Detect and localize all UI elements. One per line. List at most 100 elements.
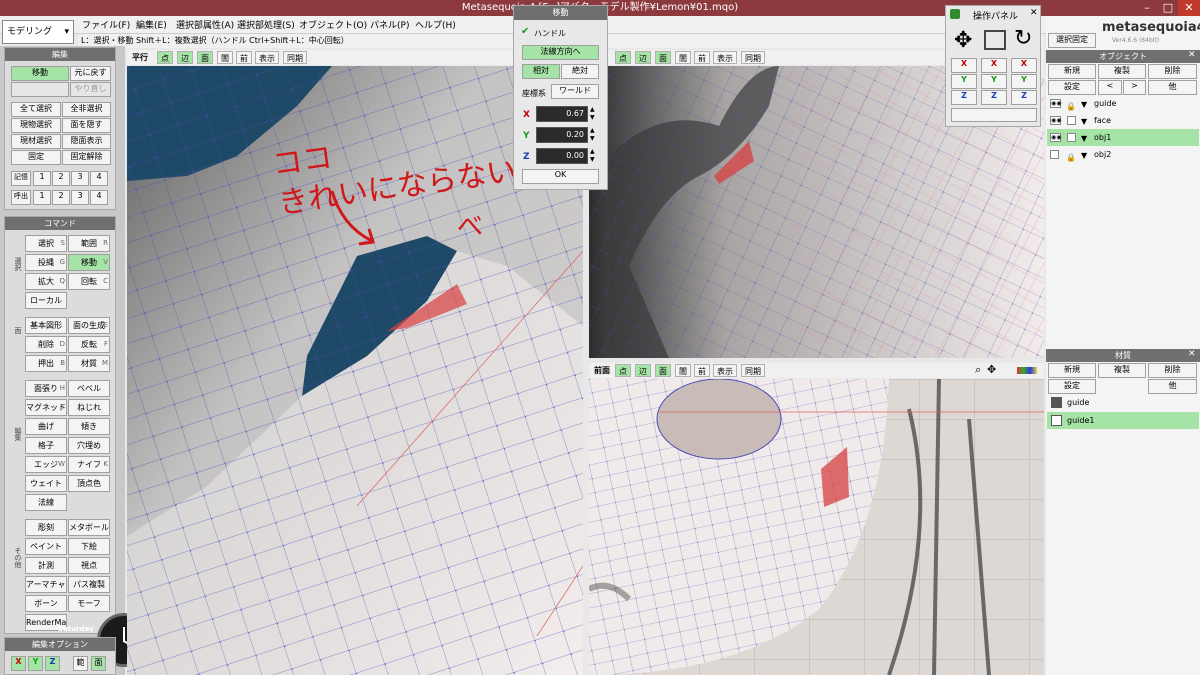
memory-slot-3[interactable]: 3 — [71, 171, 89, 186]
rotate-y-button[interactable]: Y — [1011, 74, 1037, 89]
recall-slot-2[interactable]: 2 — [52, 190, 70, 205]
y-value-input[interactable]: 0.20 — [536, 127, 588, 143]
command-32-button[interactable]: 視点 — [68, 557, 110, 574]
tr-sync-button[interactable]: 同期 — [741, 51, 765, 64]
hide-face-button[interactable]: 面を隠す — [62, 118, 111, 133]
rotate-x-button[interactable]: X — [1011, 58, 1037, 73]
command-15-button[interactable]: ベベル — [68, 380, 110, 397]
select-all-button[interactable]: 全て選択 — [11, 102, 61, 117]
main-front-toggle[interactable]: 前 — [236, 51, 252, 64]
command-9-button[interactable]: 面の生成 E — [68, 317, 110, 334]
operation-panel-close-icon[interactable]: ✕ — [1030, 8, 1038, 18]
material-duplicate-button[interactable]: 複製 — [1098, 363, 1146, 378]
move-z-button[interactable]: Z — [951, 90, 977, 105]
maximize-button[interactable]: □ — [1158, 0, 1178, 16]
command-3-button[interactable]: 投縄 G — [25, 254, 67, 271]
coord-system-select[interactable]: ワールド — [551, 84, 599, 99]
minimize-button[interactable]: – — [1136, 0, 1158, 16]
material-panel-close-icon[interactable]: ✕ — [1188, 349, 1196, 359]
pan-icon[interactable]: ✥ — [987, 363, 996, 376]
main-display-button[interactable]: 表示 — [255, 51, 279, 64]
command-2-button[interactable]: 範囲 R — [68, 235, 110, 252]
command-30-button[interactable]: 下絵 — [68, 538, 110, 555]
command-25-button[interactable]: 頂点色 — [68, 475, 110, 492]
operation-blank-button[interactable] — [951, 108, 1037, 122]
zoom-icon[interactable]: ⌕ — [975, 363, 981, 377]
scale-y-button[interactable]: Y — [981, 74, 1007, 89]
move-tool-icon[interactable]: ✥ — [954, 28, 972, 53]
lock-checkbox[interactable] — [1067, 133, 1076, 142]
command-13-button[interactable]: 材質 M — [68, 355, 110, 372]
tr-vertex-toggle[interactable]: 点 — [615, 51, 631, 64]
command-18-button[interactable]: 曲げ — [25, 418, 67, 435]
br-front-toggle[interactable]: 前 — [694, 364, 710, 377]
menu-edit[interactable]: 編集(E) — [136, 18, 167, 31]
rotate-z-button[interactable]: Z — [1011, 90, 1037, 105]
axis-y-toggle[interactable]: Y — [28, 656, 43, 671]
handle-checkbox[interactable]: ハンドル — [534, 28, 566, 39]
expand-triangle-icon[interactable]: ▼ — [1081, 130, 1087, 147]
z-value-input[interactable]: 0.00 — [536, 148, 588, 164]
command-8-button[interactable]: 基本図形 — [25, 317, 67, 334]
select-current-material-button[interactable]: 現材選択 — [11, 134, 61, 149]
br-face-toggle[interactable]: 面 — [655, 364, 671, 377]
command-21-button[interactable]: 穴埋め — [68, 437, 110, 454]
z-spinner-icon[interactable]: ▲ ▼ — [590, 148, 595, 164]
deselect-all-button[interactable]: 全非選択 — [62, 102, 111, 117]
object-row-obj2[interactable]: 🔒 ▼ obj2 — [1047, 146, 1199, 163]
recall-slot-1[interactable]: 1 — [33, 190, 51, 205]
memory-slot-4[interactable]: 4 — [90, 171, 108, 186]
move-x-button[interactable]: X — [951, 58, 977, 73]
menu-panel[interactable]: パネル(P) — [370, 18, 409, 31]
scale-z-button[interactable]: Z — [981, 90, 1007, 105]
memory-slot-1[interactable]: 1 — [33, 171, 51, 186]
material-row-guide1[interactable]: guide1 — [1047, 412, 1199, 429]
visibility-eye-icon[interactable]: ◉◉ — [1050, 116, 1061, 125]
br-vertex-toggle[interactable]: 点 — [615, 364, 631, 377]
redo-button[interactable]: やり直し — [70, 82, 111, 97]
command-5-button[interactable]: 拡大 Q — [25, 273, 67, 290]
edit-move-button[interactable]: 移動 — [11, 66, 69, 81]
command-1-button[interactable]: 選択 S — [25, 235, 67, 252]
select-current-object-button[interactable]: 現物選択 — [11, 118, 61, 133]
material-settings-button[interactable]: 設定 — [1048, 379, 1096, 394]
br-edge-toggle[interactable]: 辺 — [635, 364, 651, 377]
object-settings-button[interactable]: 設定 — [1048, 80, 1096, 95]
object-delete-button[interactable]: 削除 — [1148, 64, 1197, 79]
unfix-button[interactable]: 固定解除 — [62, 150, 111, 165]
main-sync-button[interactable]: 同期 — [283, 51, 307, 64]
material-other-button[interactable]: 他 — [1148, 379, 1197, 394]
br-viewport[interactable] — [589, 379, 1044, 675]
command-17-button[interactable]: ねじれ — [68, 399, 110, 416]
main-vertex-toggle[interactable]: 点 — [157, 51, 173, 64]
object-row-obj1[interactable]: ◉◉ ▼ obj1 — [1047, 129, 1199, 146]
main-face-toggle[interactable]: 面 — [197, 51, 213, 64]
relative-button[interactable]: 相対 — [522, 64, 560, 79]
br-display-button[interactable]: 表示 — [713, 364, 737, 377]
object-row-face[interactable]: ◉◉ ▼ face — [1047, 112, 1199, 129]
command-28-button[interactable]: メタボール — [68, 519, 110, 536]
command-6-button[interactable]: 回転 C — [68, 273, 110, 290]
rotate-tool-icon[interactable]: ↻ — [1014, 26, 1032, 51]
command-35-button[interactable]: ボーン — [25, 595, 67, 612]
axis-z-toggle[interactable]: Z — [45, 656, 60, 671]
tr-display-button[interactable]: 表示 — [713, 51, 737, 64]
show-hidden-button[interactable]: 隠面表示 — [62, 134, 111, 149]
face-toggle[interactable]: 面 — [91, 656, 106, 671]
scale-x-button[interactable]: X — [981, 58, 1007, 73]
object-panel-close-icon[interactable]: ✕ — [1188, 50, 1196, 60]
object-next-button[interactable]: > — [1123, 80, 1146, 95]
ok-button[interactable]: OK — [522, 169, 599, 184]
command-10-button[interactable]: 削除 D — [25, 336, 67, 353]
lock-checkbox[interactable] — [1067, 116, 1076, 125]
tr-front-toggle[interactable]: 前 — [694, 51, 710, 64]
axis-x-toggle[interactable]: X — [11, 656, 26, 671]
command-20-button[interactable]: 格子 — [25, 437, 67, 454]
br-view-label[interactable]: 前面 — [591, 364, 613, 377]
command-24-button[interactable]: ウェイト — [25, 475, 67, 492]
range-toggle[interactable]: 範 — [73, 656, 88, 671]
memory-slot-2[interactable]: 2 — [52, 171, 70, 186]
object-duplicate-button[interactable]: 複製 — [1098, 64, 1146, 79]
command-12-button[interactable]: 押出 B — [25, 355, 67, 372]
main-edge-toggle[interactable]: 辺 — [177, 51, 193, 64]
